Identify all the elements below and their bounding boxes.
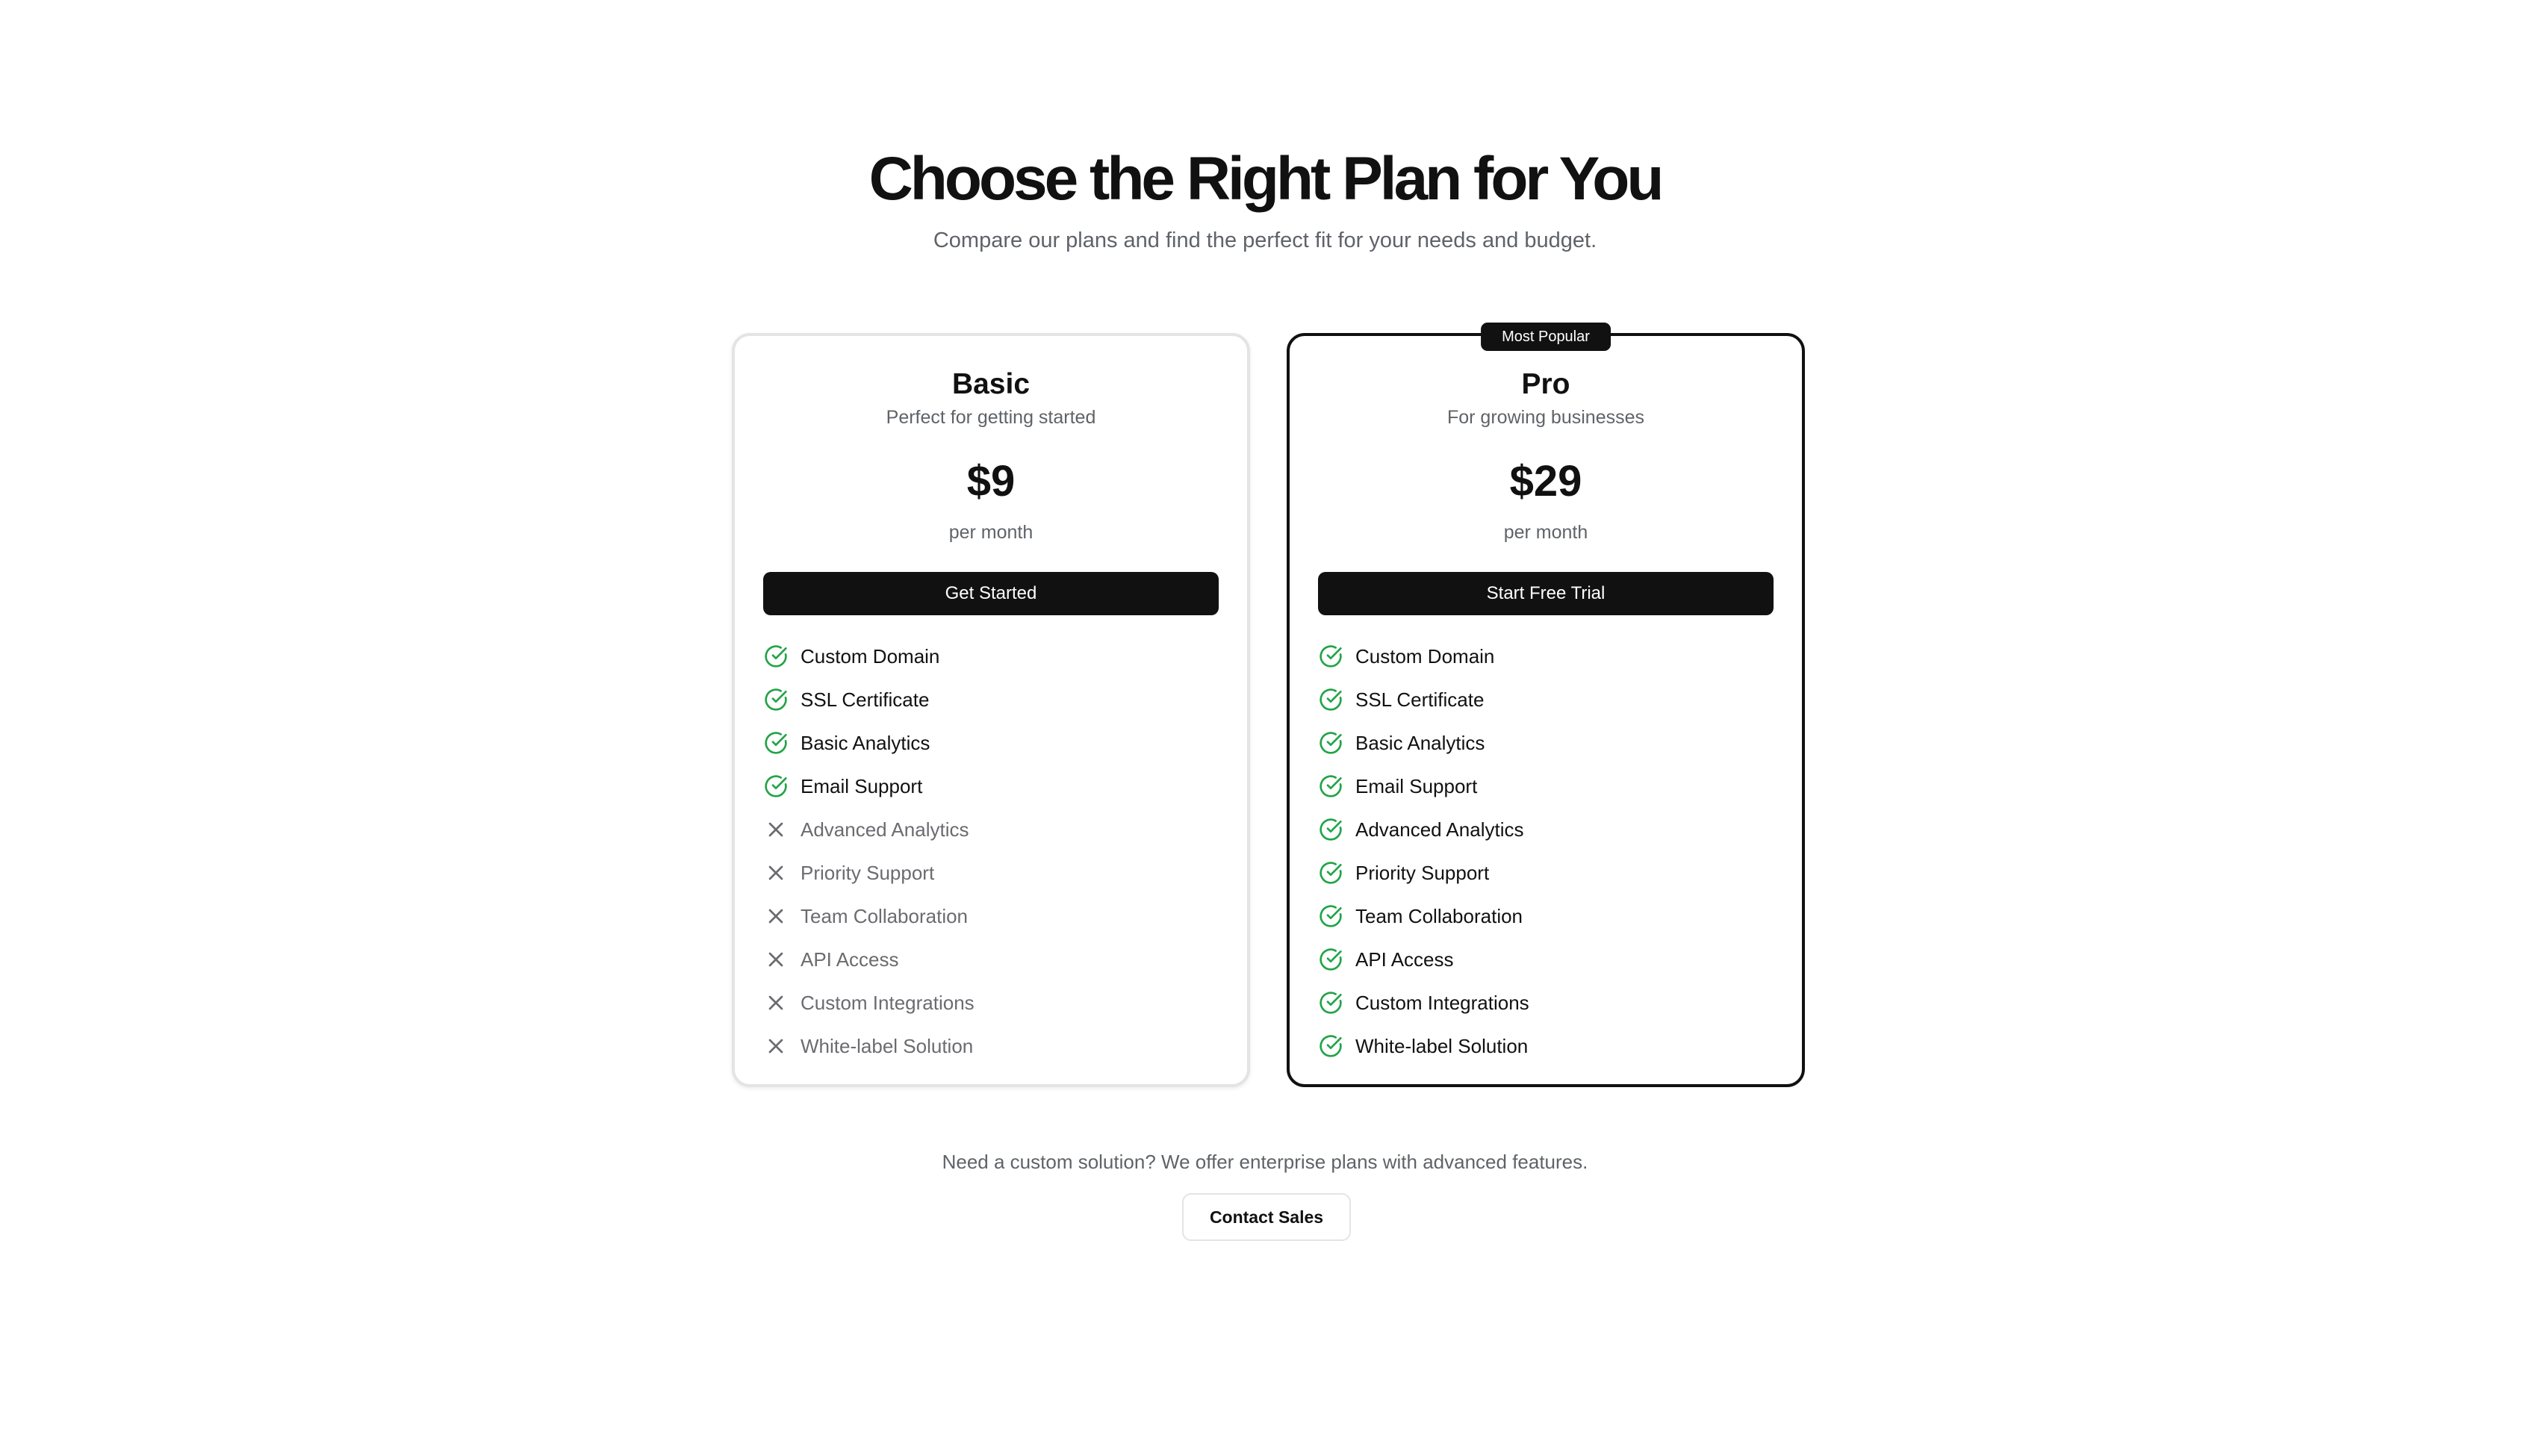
enterprise-note: Need a custom solution? We offer enterpr… [942,1151,1588,1173]
feature-item: Team Collaboration [763,895,1225,938]
feature-item: Basic Analytics [1318,721,1780,765]
feature-item: Email Support [763,765,1225,808]
plan-period: per month [1503,522,1588,543]
feature-label: White-label Solution [801,1035,974,1057]
feature-label: Basic Analytics [1355,732,1485,754]
plan-tagline: For growing businesses [1446,407,1644,428]
plan-period: per month [948,522,1034,543]
check-circle-icon [763,644,789,669]
feature-label: Custom Domain [801,645,940,668]
check-circle-icon [1318,774,1343,799]
feature-label: Advanced Analytics [1355,818,1524,841]
feature-label: API Access [1355,948,1454,971]
feature-label: Custom Integrations [1355,992,1529,1014]
x-icon [763,990,789,1015]
feature-label: API Access [801,948,899,971]
feature-label: Email Support [1355,775,1478,797]
x-icon [763,903,789,929]
check-circle-icon [1318,1033,1343,1059]
feature-item: API Access [763,938,1225,981]
feature-item: Advanced Analytics [1318,808,1780,851]
feature-item: Custom Integrations [1318,981,1780,1024]
get-started-button[interactable]: Get Started [763,572,1219,615]
feature-label: Team Collaboration [801,905,969,927]
feature-item: White-label Solution [1318,1024,1780,1068]
feature-item: API Access [1318,938,1780,981]
feature-item: Basic Analytics [763,721,1225,765]
feature-label: Priority Support [1355,862,1490,884]
feature-label: SSL Certificate [801,688,930,711]
feature-label: Priority Support [801,862,935,884]
feature-item: SSL Certificate [763,678,1225,721]
start-free-trial-button[interactable]: Start Free Trial [1318,572,1774,615]
feature-label: Custom Domain [1355,645,1495,668]
check-circle-icon [1318,990,1343,1015]
feature-list: Custom Domain SSL Certificate Basic Analyt… [1318,635,1780,1068]
feature-item: Priority Support [1318,851,1780,895]
check-circle-icon [763,730,789,756]
feature-label: Team Collaboration [1355,905,1523,927]
plan-card-pro: Most Popular Pro For growing businesses … [1287,323,1805,1087]
feature-item: Custom Domain [1318,635,1780,678]
x-icon [763,860,789,886]
check-circle-icon [1318,903,1343,929]
plan-price: $29 [1509,457,1582,505]
check-circle-icon [1318,644,1343,669]
feature-label: SSL Certificate [1355,688,1485,711]
page-title: Choose the Right Plan for You [868,145,1665,213]
feature-item: Custom Integrations [763,981,1225,1024]
plan-price: $9 [966,457,1016,505]
plan-name: Pro [1521,368,1570,400]
plan-name: Basic [951,368,1031,400]
check-circle-icon [1318,687,1343,712]
check-circle-icon [1318,947,1343,972]
x-icon [763,947,789,972]
plan-card-basic: Basic Perfect for getting started $9 per… [732,333,1250,1087]
check-circle-icon [763,687,789,712]
feature-label: Custom Integrations [801,992,975,1014]
plan-tagline: Perfect for getting started [886,407,1096,428]
feature-item: White-label Solution [763,1024,1225,1068]
feature-item: Custom Domain [763,635,1225,678]
feature-label: White-label Solution [1355,1035,1529,1057]
feature-item: Team Collaboration [1318,895,1780,938]
x-icon [763,1033,789,1059]
feature-item: SSL Certificate [1318,678,1780,721]
most-popular-badge: Most Popular [1481,323,1611,351]
page-subtitle: Compare our plans and find the perfect f… [933,228,1597,252]
pricing-page: Choose the Right Plan for You Compare ou… [0,0,2530,1456]
check-circle-icon [1318,817,1343,842]
check-circle-icon [1318,730,1343,756]
feature-label: Email Support [801,775,923,797]
feature-label: Basic Analytics [801,732,930,754]
feature-label: Advanced Analytics [801,818,969,841]
check-circle-icon [763,774,789,799]
feature-item: Email Support [1318,765,1780,808]
feature-item: Advanced Analytics [763,808,1225,851]
feature-item: Priority Support [763,851,1225,895]
x-icon [763,817,789,842]
check-circle-icon [1318,860,1343,886]
contact-sales-button[interactable]: Contact Sales [1182,1193,1351,1241]
feature-list: Custom Domain SSL Certificate Basic Analyt… [763,635,1225,1068]
